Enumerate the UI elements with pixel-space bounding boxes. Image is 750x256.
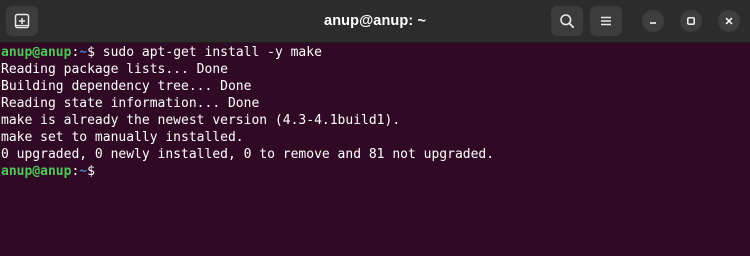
maximize-button[interactable] [680, 10, 702, 32]
minimize-icon [648, 16, 658, 26]
search-icon [559, 13, 575, 29]
titlebar: anup@anup: ~ [0, 0, 750, 43]
prompt-path: ~ [79, 164, 88, 179]
window-title: anup@anup: ~ [324, 13, 426, 29]
prompt-symbol: $ [87, 164, 95, 179]
hamburger-menu-icon [598, 13, 614, 29]
close-button[interactable] [718, 10, 740, 32]
menu-button[interactable] [590, 6, 622, 36]
output-line: Reading package lists... Done [1, 62, 228, 77]
scrollbar[interactable] [742, 46, 747, 251]
close-icon [724, 16, 734, 26]
terminal-output-area[interactable]: anup@anup:~$ sudo apt-get install -y mak… [0, 43, 750, 256]
output-line: Reading state information... Done [1, 96, 260, 111]
command-line: anup@anup:~$ sudo apt-get install -y mak… [1, 44, 322, 61]
prompt-path: ~ [79, 45, 88, 60]
command-text: sudo apt-get install -y make [94, 45, 322, 60]
minimize-button[interactable] [642, 10, 664, 32]
maximize-icon [686, 16, 696, 26]
scrollbar-thumb[interactable] [742, 46, 747, 251]
output-line: make is already the newest version (4.3-… [1, 113, 401, 128]
search-button[interactable] [551, 6, 583, 36]
output-line: 0 upgraded, 0 newly installed, 0 to remo… [1, 147, 495, 162]
current-prompt-line: anup@anup:~$ [1, 163, 95, 180]
prompt-symbol: $ [87, 45, 95, 60]
output-line: make set to manually installed. [1, 130, 244, 145]
prompt-user-host: anup@anup [1, 164, 72, 179]
prompt-user-host: anup@anup [1, 45, 72, 60]
terminal-window: anup@anup: ~ anup@anup:~$ sudo apt-get i… [0, 0, 750, 256]
output-line: Building dependency tree... Done [1, 79, 252, 94]
